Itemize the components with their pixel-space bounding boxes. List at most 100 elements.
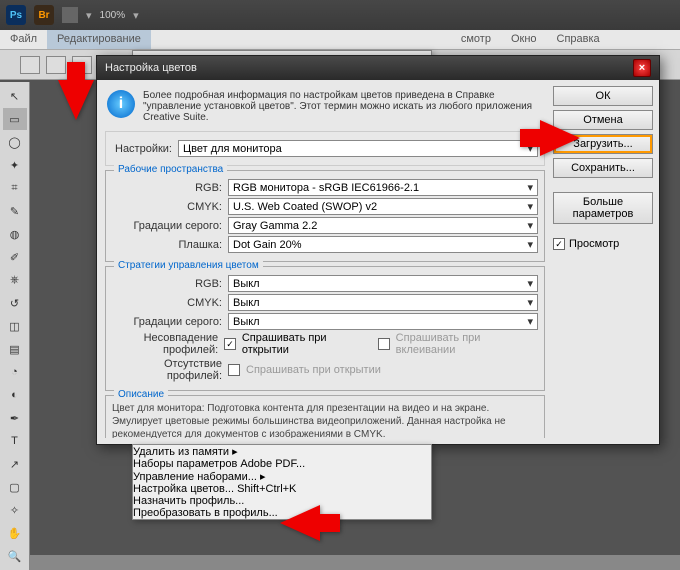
tool-preset-icon[interactable] xyxy=(20,56,40,74)
info-icon: i xyxy=(107,90,135,118)
ask-open2-checkbox xyxy=(228,364,240,376)
mismatch-label: Несовпадение профилей: xyxy=(112,332,218,356)
dialog-title: Настройка цветов xyxy=(105,62,197,74)
zoom-level[interactable]: 100% xyxy=(100,10,126,21)
3d-tool-icon[interactable]: ✧ xyxy=(3,499,27,521)
menu-label: Наборы параметров Adobe PDF... xyxy=(133,458,305,470)
chevron-down-icon: ▾ xyxy=(527,277,533,290)
spot-label: Плашка: xyxy=(112,239,222,251)
dropdown-arrow-icon[interactable]: ▾ xyxy=(133,9,139,22)
chevron-down-icon: ▾ xyxy=(527,315,533,328)
hand-tool-icon[interactable]: ✋ xyxy=(3,522,27,544)
chevron-down-icon: ▾ xyxy=(527,181,533,194)
menu-label: Преобразовать в профиль... xyxy=(133,507,278,519)
menu-file[interactable]: Файл xyxy=(0,30,47,49)
ask-paste-label: Спрашивать при вклеивании xyxy=(396,332,538,356)
annotation-arrow-color-settings xyxy=(280,505,320,541)
p-gray-select[interactable]: Выкл ▾ xyxy=(228,313,538,330)
cmyk-select[interactable]: U.S. Web Coated (SWOP) v2 ▾ xyxy=(228,198,538,215)
menu-label: Настройка цветов... xyxy=(133,483,234,495)
menu-bar: Файл Редактирование смотр Окно Справка xyxy=(0,30,680,50)
gray-select[interactable]: Gray Gamma 2.2▾ xyxy=(228,217,538,234)
photoshop-icon[interactable]: Ps xyxy=(6,5,26,25)
close-button[interactable]: × xyxy=(633,59,651,77)
save-button[interactable]: Сохранить... xyxy=(553,158,653,178)
menu-view-partial[interactable]: смотр xyxy=(451,30,501,49)
ok-button[interactable]: ОК xyxy=(553,86,653,106)
eyedropper-tool-icon[interactable]: ✎ xyxy=(3,200,27,222)
chevron-down-icon: ▾ xyxy=(527,296,533,309)
chevron-down-icon: ▾ xyxy=(527,238,533,251)
zoom-tool-icon[interactable]: 🔍 xyxy=(3,545,27,567)
select-value: Выкл xyxy=(233,297,260,309)
toolbox: ↖ ▭ ◯ ✦ ⌗ ✎ ◍ ✐ ⎈ ↺ ◫ ▤ ◔ ◐ ✒ T ↗ ▢ ✧ ✋ … xyxy=(0,82,30,570)
submenu-arrow-icon: ▸ xyxy=(232,446,238,458)
grid-icon[interactable] xyxy=(62,7,78,23)
eraser-tool-icon[interactable]: ◫ xyxy=(3,315,27,337)
gradient-tool-icon[interactable]: ▤ xyxy=(3,338,27,360)
healing-tool-icon[interactable]: ◍ xyxy=(3,223,27,245)
workspaces-legend: Рабочие пространства xyxy=(114,164,227,175)
spot-select[interactable]: Dot Gain 20% ▾ xyxy=(228,236,538,253)
brush-tool-icon[interactable]: ✐ xyxy=(3,246,27,268)
type-tool-icon[interactable]: T xyxy=(3,430,27,452)
history-brush-tool-icon[interactable]: ↺ xyxy=(3,292,27,314)
select-value: Цвет для монитора xyxy=(183,143,282,155)
shape-tool-icon[interactable]: ▢ xyxy=(3,476,27,498)
annotation-arrow-edit-menu xyxy=(58,80,94,120)
menu-item-color-settings[interactable]: Настройка цветов... Shift+Ctrl+K xyxy=(133,483,431,495)
crop-tool-icon[interactable]: ⌗ xyxy=(3,177,27,199)
submenu-arrow-icon: ▸ xyxy=(260,471,266,483)
p-rgb-label: RGB: xyxy=(112,278,222,290)
menu-label: Назначить профиль... xyxy=(133,495,244,507)
more-options-button[interactable]: Больше параметров xyxy=(553,192,653,224)
blur-tool-icon[interactable]: ◔ xyxy=(3,361,27,383)
menu-help[interactable]: Справка xyxy=(547,30,610,49)
lasso-tool-icon[interactable]: ◯ xyxy=(3,131,27,153)
bridge-icon[interactable]: Br xyxy=(34,5,54,25)
preview-label: Просмотр xyxy=(569,238,619,250)
cmyk-label: CMYK: xyxy=(112,201,222,213)
app-titlebar: Ps Br ▾ 100% ▾ xyxy=(0,0,680,30)
menu-edit[interactable]: Редактирование xyxy=(47,30,151,49)
chevron-down-icon: ▾ xyxy=(527,200,533,213)
policies-legend: Стратегии управления цветом xyxy=(114,260,263,271)
p-rgb-select[interactable]: Выкл▾ xyxy=(228,275,538,292)
pen-tool-icon[interactable]: ✒ xyxy=(3,407,27,429)
menu-label: Управление наборами... xyxy=(133,471,257,483)
rgb-label: RGB: xyxy=(112,182,222,194)
ask-open-label: Спрашивать при открытии xyxy=(242,332,372,356)
rgb-select[interactable]: RGB монитора - sRGB IEC61966-2.1▾ xyxy=(228,179,538,196)
stamp-tool-icon[interactable]: ⎈ xyxy=(3,269,27,291)
menu-item-preset-manager[interactable]: Управление наборами... ▸ xyxy=(133,470,431,483)
wand-tool-icon[interactable]: ✦ xyxy=(3,154,27,176)
preview-checkbox[interactable]: ✓ xyxy=(553,238,565,250)
ask-open2-label: Спрашивать при открытии xyxy=(246,364,381,376)
desc-legend: Описание xyxy=(114,389,168,400)
annotation-arrow-load-button xyxy=(540,120,580,156)
menu-window[interactable]: Окно xyxy=(501,30,547,49)
move-tool-icon[interactable]: ↖ xyxy=(3,85,27,107)
dodge-tool-icon[interactable]: ◐ xyxy=(3,384,27,406)
menu-item-clear: Удалить из памяти ▸ xyxy=(133,445,431,458)
select-value: Выкл xyxy=(233,316,260,328)
ask-open-checkbox[interactable]: ✓ xyxy=(224,338,236,350)
select-value: U.S. Web Coated (SWOP) v2 xyxy=(233,201,377,213)
gray-label: Градации серого: xyxy=(112,220,222,232)
menu-item-pdf-presets[interactable]: Наборы параметров Adobe PDF... xyxy=(133,458,431,470)
dropdown-arrow-icon[interactable]: ▾ xyxy=(86,9,92,22)
description-text: Цвет для монитора: Подготовка контента д… xyxy=(112,402,538,438)
select-value: Dot Gain 20% xyxy=(233,239,301,251)
path-tool-icon[interactable]: ↗ xyxy=(3,453,27,475)
selection-mode-icon[interactable] xyxy=(46,56,66,74)
p-cmyk-label: CMYK: xyxy=(112,297,222,309)
settings-select[interactable]: Цвет для монитора ▾ xyxy=(178,140,538,157)
missing-label: Отсутствие профилей: xyxy=(112,358,222,382)
menu-label: Удалить из памяти xyxy=(133,446,229,458)
p-gray-label: Градации серого: xyxy=(112,316,222,328)
info-text: Более подробная информация по настройкам… xyxy=(143,90,543,123)
chevron-down-icon: ▾ xyxy=(527,219,533,232)
dialog-titlebar[interactable]: Настройка цветов × xyxy=(97,56,659,80)
p-cmyk-select[interactable]: Выкл ▾ xyxy=(228,294,538,311)
marquee-tool-icon[interactable]: ▭ xyxy=(3,108,27,130)
